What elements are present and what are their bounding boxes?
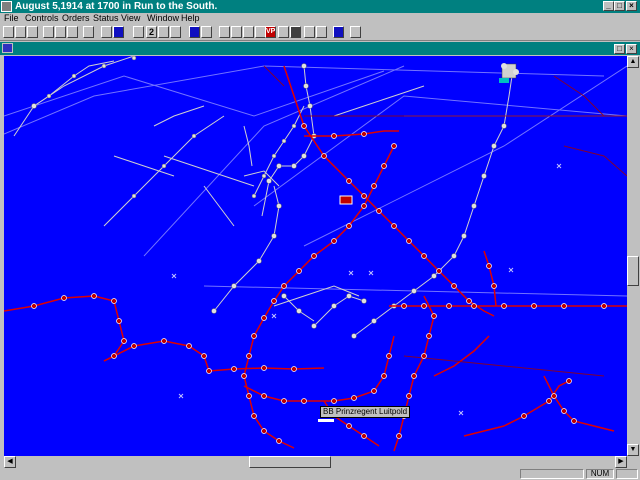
status-bar: NUM — [0, 468, 640, 480]
window-layout-icon[interactable] — [333, 26, 344, 38]
weather-icon[interactable] — [158, 26, 169, 38]
hex-grid-icon[interactable] — [231, 26, 242, 38]
unit-view-icon[interactable] — [113, 26, 124, 38]
paste-icon[interactable] — [83, 26, 94, 38]
maximize-button[interactable]: □ — [614, 1, 625, 11]
copy-icon[interactable] — [67, 26, 78, 38]
menu-orders[interactable]: Orders — [62, 13, 90, 24]
zoom-icon[interactable] — [201, 26, 212, 38]
print-icon[interactable] — [43, 26, 54, 38]
battle-map[interactable]: BB Prinzregent Luitpold — [4, 56, 627, 456]
ship-info-icon[interactable] — [133, 26, 144, 38]
zoom-out-icon[interactable] — [219, 26, 230, 38]
menu-bar: File Controls Orders Status View Window … — [0, 13, 640, 24]
task-force-icon[interactable] — [170, 26, 181, 38]
window-title: August 5,1914 at 1700 in Run to the Sout… — [15, 1, 218, 12]
minimize-button[interactable]: _ — [603, 1, 614, 11]
app-titlebar: August 5,1914 at 1700 in Run to the Sout… — [0, 0, 640, 13]
vertical-scrollbar[interactable]: ▲ ▼ — [627, 56, 639, 456]
scroll-right-icon[interactable]: ▶ — [615, 456, 627, 468]
menu-window[interactable]: Window — [147, 13, 179, 24]
horizontal-scroll-thumb[interactable] — [249, 456, 331, 468]
toolbar: 2 VP — [0, 24, 640, 41]
map-icon[interactable] — [189, 26, 200, 38]
scroll-up-icon[interactable]: ▲ — [627, 56, 639, 68]
log-icon[interactable] — [316, 26, 327, 38]
menu-file[interactable]: File — [4, 13, 19, 24]
scroll-left-icon[interactable]: ◀ — [4, 456, 16, 468]
track-overlay — [4, 56, 627, 452]
range-icon[interactable] — [243, 26, 254, 38]
status-pane-empty — [520, 469, 584, 479]
map-window-icon[interactable] — [2, 43, 13, 53]
child-restore-button[interactable]: □ — [614, 44, 625, 54]
number-2-button[interactable]: 2 — [146, 26, 157, 38]
map-window-titlebar: □ × — [0, 42, 640, 55]
cut-icon[interactable] — [55, 26, 66, 38]
speaker-icon[interactable] — [350, 26, 361, 38]
selected-ship-label[interactable]: BB Prinzregent Luitpold — [320, 406, 411, 418]
horizontal-scrollbar[interactable]: ◀ ▶ — [4, 456, 627, 468]
app-icon[interactable] — [1, 1, 12, 12]
menu-controls[interactable]: Controls — [25, 13, 59, 24]
child-close-button[interactable]: × — [626, 44, 637, 54]
report-icon[interactable] — [304, 26, 315, 38]
open-icon[interactable] — [15, 26, 26, 38]
vp-button[interactable]: VP — [265, 26, 276, 38]
close-button[interactable]: × — [626, 1, 637, 11]
help-question-icon[interactable] — [101, 26, 112, 38]
chart-icon[interactable] — [290, 26, 301, 38]
num-lock-indicator: NUM — [586, 469, 614, 479]
menu-view[interactable]: View — [121, 13, 140, 24]
target-icon[interactable] — [278, 26, 289, 38]
menu-help[interactable]: Help — [181, 13, 200, 24]
vertical-scroll-thumb[interactable] — [627, 256, 639, 286]
scroll-down-icon[interactable]: ▼ — [627, 444, 639, 456]
save-icon[interactable] — [27, 26, 38, 38]
new-icon[interactable] — [3, 26, 14, 38]
menu-status[interactable]: Status — [93, 13, 119, 24]
status-pane-extra — [616, 469, 638, 479]
